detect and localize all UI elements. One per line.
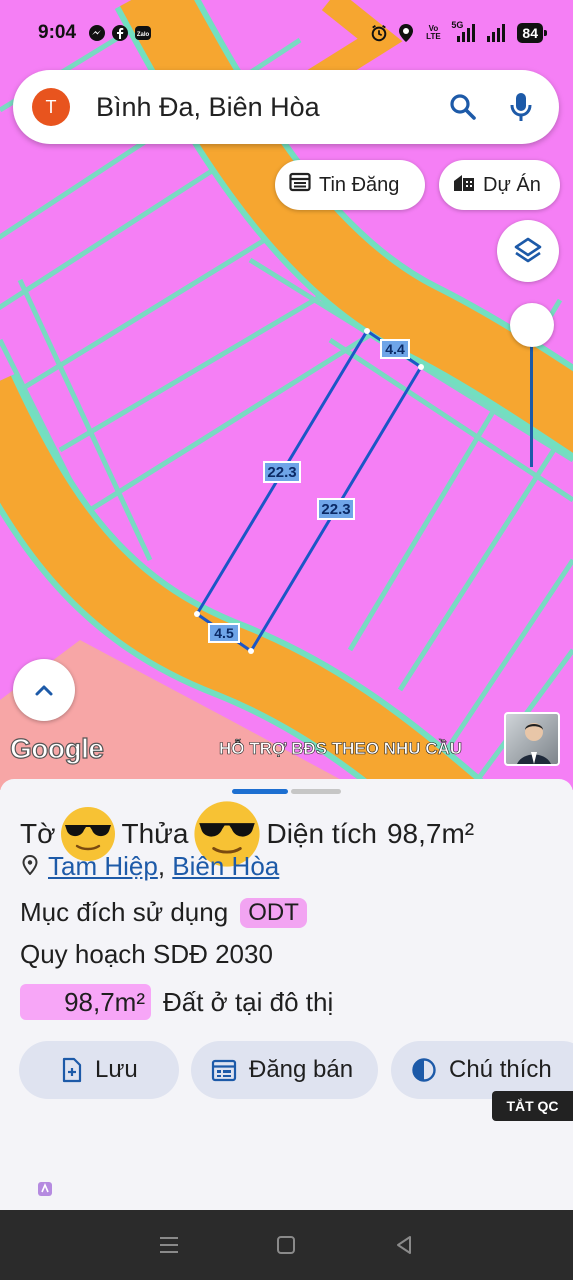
ward-link[interactable]: Tam Hiệp xyxy=(48,851,158,881)
location-pin-icon xyxy=(22,851,38,882)
layers-button[interactable] xyxy=(497,220,559,282)
document-add-icon xyxy=(62,1057,82,1083)
listing-icon xyxy=(289,172,311,198)
dimension-label-top: 4.4 xyxy=(380,339,410,359)
city-link[interactable]: Biên Hòa xyxy=(172,851,279,881)
system-navigation-bar xyxy=(0,1210,573,1280)
alarm-icon xyxy=(370,24,388,42)
sheet-handle[interactable] xyxy=(232,789,288,794)
tin-dang-chip[interactable]: Tin Đăng xyxy=(275,160,425,210)
planning-description: Đất ở tại đô thị xyxy=(163,986,334,1017)
signal-icon: 5G xyxy=(451,20,477,42)
parcel-location: Tam Hiệp, Biên Hòa xyxy=(22,851,279,882)
back-nav-icon[interactable] xyxy=(389,1230,419,1260)
volte-icon: Vo LTE xyxy=(426,24,441,41)
close-ads-button[interactable]: TẮT QC xyxy=(492,1091,573,1121)
dien-tich-label: Diện tích xyxy=(266,818,377,849)
facebook-icon xyxy=(111,24,129,42)
ad-thumbnail[interactable] xyxy=(504,712,560,766)
status-time: 9:04 xyxy=(38,22,77,43)
microphone-icon[interactable] xyxy=(501,87,541,127)
opacity-slider-handle[interactable] xyxy=(510,303,554,347)
search-input[interactable]: Bình Đa, Biên Hòa xyxy=(96,92,443,123)
save-label: Lưu xyxy=(95,1056,138,1083)
status-bar: 9:04 Zalo Vo LTE 5G 84 xyxy=(0,0,573,66)
layers-icon xyxy=(514,237,542,263)
building-icon xyxy=(453,172,475,198)
signal-icon-2 xyxy=(486,24,508,42)
purpose-label: Mục đích sử dụng xyxy=(20,897,229,927)
land-use-purpose: Mục đích sử dụng ODT xyxy=(20,897,307,928)
dimension-label-bottom: 4.5 xyxy=(208,623,240,643)
purpose-code-badge: ODT xyxy=(240,897,307,928)
to-label: Tờ xyxy=(20,818,56,849)
location-icon xyxy=(397,24,415,42)
home-nav-icon[interactable] xyxy=(271,1230,301,1260)
dien-tich-value: 98,7m² xyxy=(386,818,475,849)
search-icon[interactable] xyxy=(443,87,483,127)
legend-label: Chú thích xyxy=(449,1056,552,1083)
account-avatar[interactable]: T xyxy=(32,88,70,126)
parcel-info-sheet[interactable]: Tờ Thửa Diện tích 98,7m² Tam Hiệp, Biên … xyxy=(0,779,573,1210)
du-an-chip[interactable]: Dự Án xyxy=(439,160,560,210)
du-an-label: Dự Án xyxy=(483,173,541,196)
planning-area-badge: 98,7m² xyxy=(20,984,151,1020)
search-bar[interactable]: T Bình Đa, Biên Hòa xyxy=(13,70,559,144)
tin-dang-label: Tin Đăng xyxy=(319,173,400,196)
zalo-icon: Zalo xyxy=(134,24,152,42)
post-sale-button[interactable]: Đăng bán xyxy=(191,1041,378,1099)
location-separator: , xyxy=(157,851,166,881)
planning-title: Quy hoạch SDĐ 2030 xyxy=(20,939,273,969)
save-button[interactable]: Lưu xyxy=(19,1041,179,1099)
expand-sheet-button[interactable] xyxy=(13,659,75,721)
sheet-handle-secondary xyxy=(291,789,341,794)
post-sale-label: Đăng bán xyxy=(249,1056,354,1083)
menu-nav-icon[interactable] xyxy=(154,1230,184,1260)
battery-icon: 84 xyxy=(517,23,547,43)
contrast-icon xyxy=(412,1058,436,1082)
thua-label: Thửa xyxy=(121,818,189,849)
calendar-list-icon xyxy=(211,1059,237,1082)
network-type-label: 5G xyxy=(451,20,464,30)
dimension-label-left: 22.3 xyxy=(263,461,301,483)
notification-icons: Zalo xyxy=(88,24,152,42)
ad-banner-text[interactable]: HỖ TRỢ BĐS THEO NHU CẦU xyxy=(219,739,463,759)
system-icons: Vo LTE 5G 84 xyxy=(370,20,547,43)
dimension-label-right: 22.3 xyxy=(317,498,355,520)
ad-choices-icon[interactable] xyxy=(37,1181,53,1197)
svg-text:Zalo: Zalo xyxy=(137,32,150,38)
messenger-icon xyxy=(88,24,106,42)
planning-row: 98,7m² Đất ở tại đô thị xyxy=(20,984,333,1020)
chevron-up-icon xyxy=(35,685,53,696)
google-logo: Google xyxy=(9,732,104,764)
